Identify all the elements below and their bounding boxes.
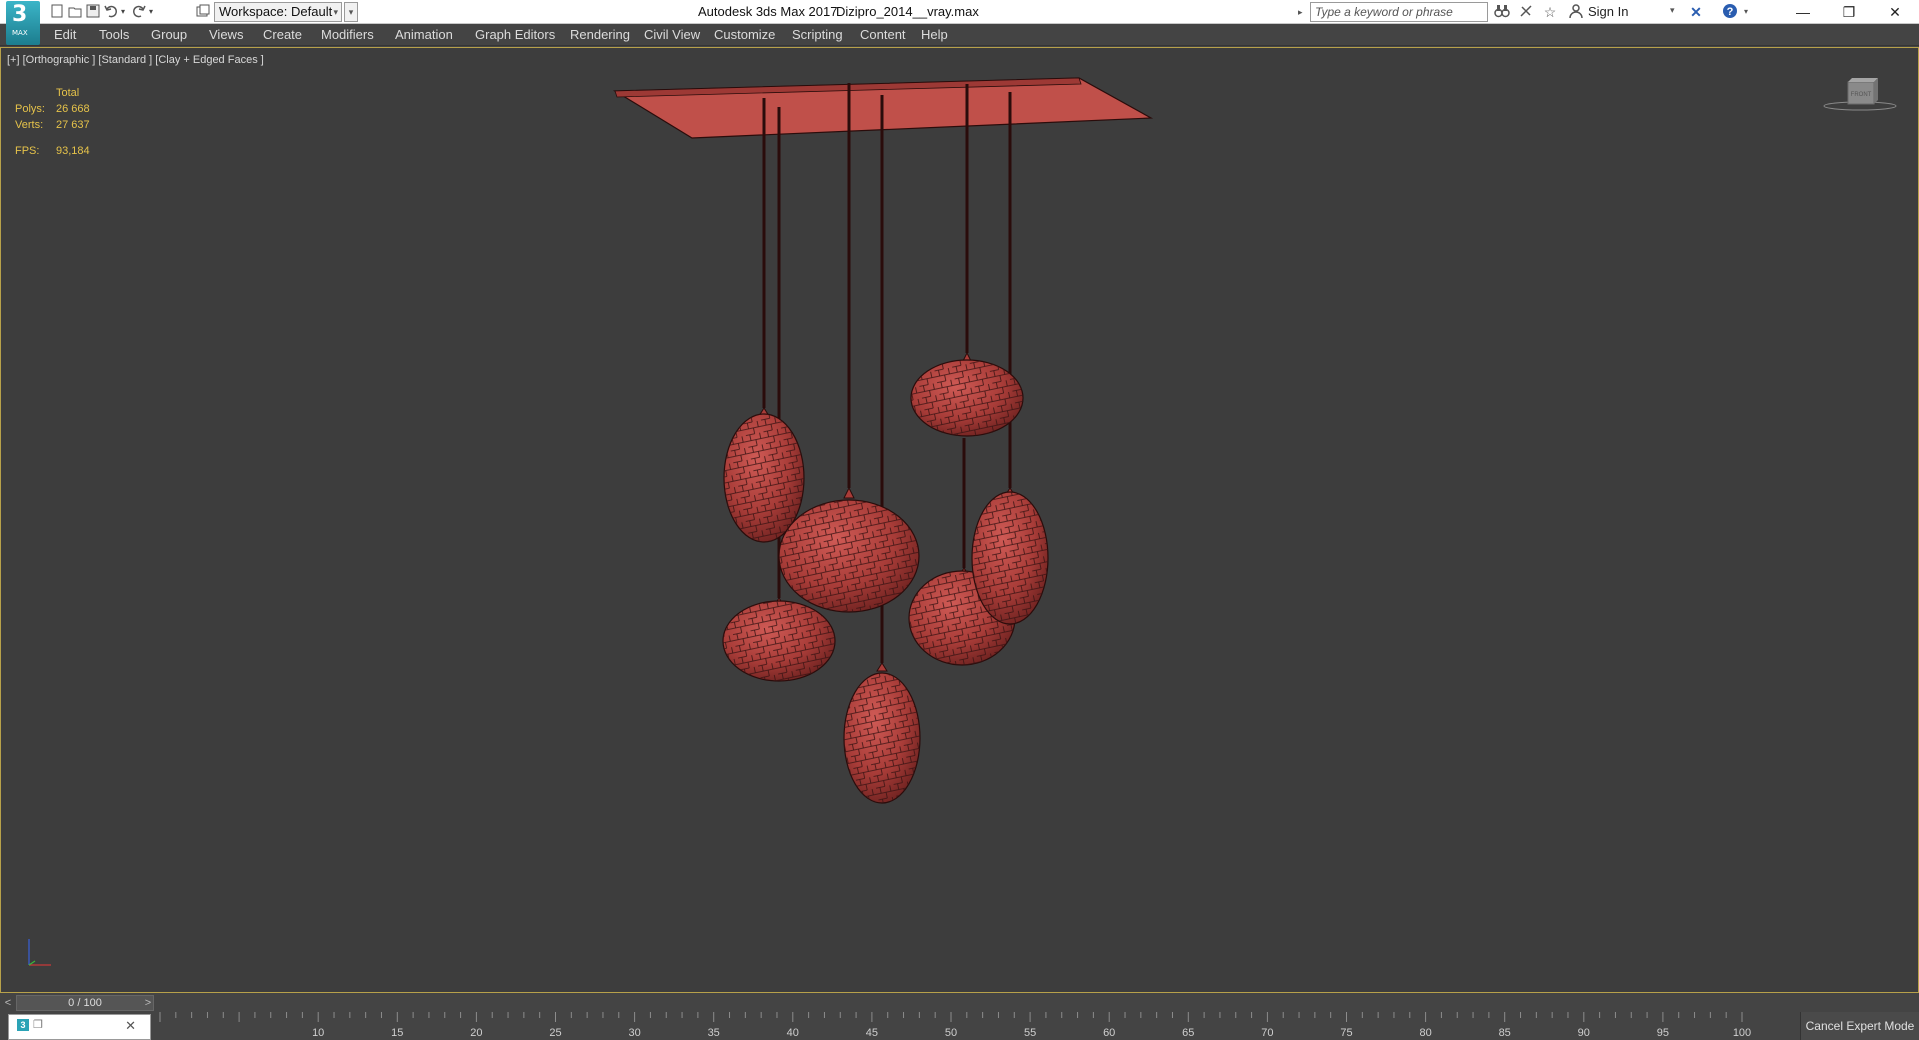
- minimized-app-panel[interactable]: 3 ❐ ✕: [8, 1014, 151, 1040]
- ruler-tick-label: 70: [1261, 1027, 1273, 1039]
- track-bar[interactable]: 3 ❐ ✕ 10 15 20 25 30 35 40 45 50 55 60 65 70 75 80 85 90…: [0, 1012, 1919, 1040]
- user-icon[interactable]: [1566, 3, 1586, 21]
- ruler-tick-label: 35: [708, 1027, 720, 1039]
- menu-edit[interactable]: Edit: [54, 27, 76, 42]
- fps-label: FPS:: [15, 145, 40, 157]
- chandelier-model[interactable]: [1, 48, 1918, 992]
- ruler-tick-label: 20: [470, 1027, 482, 1039]
- svg-text:?: ?: [1727, 6, 1734, 18]
- previous-frame-button[interactable]: <: [2, 996, 14, 1010]
- polys-value: 26 668: [56, 103, 90, 115]
- document-title: Dizipro_2014__vray.max: [836, 4, 979, 19]
- help-dropdown-icon[interactable]: ▾: [1740, 3, 1752, 21]
- undo-dropdown-icon[interactable]: ▾: [118, 3, 128, 21]
- viewcube-face-label: FRONT: [1851, 92, 1872, 98]
- ruler-tick-label: 75: [1340, 1027, 1352, 1039]
- menu-content[interactable]: Content: [860, 27, 906, 42]
- project-folder-icon[interactable]: [194, 3, 212, 21]
- pendant-shade[interactable]: [910, 351, 1024, 437]
- viewcube[interactable]: FRONT: [1820, 76, 1900, 116]
- restore-icon[interactable]: ❐: [1826, 0, 1872, 24]
- ruler-tick-label: 30: [628, 1027, 640, 1039]
- app-logo[interactable]: 3 MAX: [6, 1, 40, 45]
- menu-scripting[interactable]: Scripting: [792, 27, 843, 42]
- app-logo-small-icon: 3: [17, 1019, 29, 1031]
- workspace-label: Workspace: Default: [219, 4, 333, 19]
- sign-in-link[interactable]: Sign In: [1588, 4, 1628, 19]
- new-file-icon[interactable]: [48, 3, 66, 21]
- viewport-label[interactable]: [+] [Orthographic ] [Standard ] [Clay + …: [7, 54, 264, 66]
- menu-rendering[interactable]: Rendering: [570, 27, 630, 42]
- menu-modifiers[interactable]: Modifiers: [321, 27, 374, 42]
- pendant-shade[interactable]: [722, 597, 836, 682]
- axis-tripod: [28, 939, 51, 966]
- menu-tools[interactable]: Tools: [99, 27, 129, 42]
- close-icon[interactable]: ✕: [1872, 0, 1918, 24]
- communication-icon[interactable]: [1516, 3, 1536, 21]
- menu-animation[interactable]: Animation: [395, 27, 453, 42]
- open-file-icon[interactable]: [66, 3, 84, 21]
- menu-bar: Edit Tools Group Views Create Modifiers …: [0, 24, 1919, 46]
- binoculars-icon[interactable]: [1492, 3, 1512, 21]
- ruler-tick-label: 85: [1499, 1027, 1511, 1039]
- ruler-tick-label: 10: [312, 1027, 324, 1039]
- close-icon[interactable]: ✕: [125, 1018, 136, 1034]
- ruler-tick-label: 40: [787, 1027, 799, 1039]
- cancel-expert-mode-button[interactable]: Cancel Expert Mode: [1800, 1012, 1919, 1040]
- pendant-shade[interactable]: [723, 407, 805, 543]
- orthographic-viewport[interactable]: [+] [Orthographic ] [Standard ] [Clay + …: [0, 47, 1919, 993]
- ruler-tick-label: 55: [1024, 1027, 1036, 1039]
- viewport-statistics: Total Polys: 26 668 Verts: 27 637 FPS: 93,1…: [15, 85, 116, 159]
- menu-graph-editors[interactable]: Graph Editors: [475, 27, 555, 42]
- verts-value: 27 637: [56, 119, 90, 131]
- save-icon[interactable]: [84, 3, 102, 21]
- app-title: Autodesk 3ds Max 2017: [698, 4, 838, 19]
- redo-dropdown-icon[interactable]: ▾: [146, 3, 156, 21]
- ruler-tick-label: 50: [945, 1027, 957, 1039]
- ruler-tick-label: 90: [1578, 1027, 1590, 1039]
- chevron-down-icon[interactable]: ▾: [1670, 5, 1675, 16]
- ruler-tick-label: 15: [391, 1027, 403, 1039]
- menu-civil-view[interactable]: Civil View: [644, 27, 700, 42]
- ruler-tick-label: 25: [549, 1027, 561, 1039]
- time-slider-thumb[interactable]: 0 / 100: [16, 995, 154, 1011]
- logo-subtext: MAX: [12, 29, 28, 37]
- logo-text: 3: [12, 2, 28, 27]
- ruler-tick-label: 80: [1419, 1027, 1431, 1039]
- menu-help[interactable]: Help: [921, 27, 948, 42]
- workspace-extra-dropdown[interactable]: ▾: [344, 2, 358, 22]
- polys-label: Polys:: [15, 103, 45, 115]
- pendant-shade[interactable]: [843, 662, 921, 804]
- ruler-tick-label: 65: [1182, 1027, 1194, 1039]
- menu-views[interactable]: Views: [209, 27, 243, 42]
- chevron-down-icon: ▾: [333, 7, 338, 17]
- ruler-tick-label: 60: [1103, 1027, 1115, 1039]
- pendant-shade[interactable]: [971, 487, 1049, 625]
- timeline-ruler[interactable]: 10 15 20 25 30 35 40 45 50 55 60 65 70 75 80 85 90 95 100: [152, 1012, 1752, 1040]
- time-slider[interactable]: < 0 / 100 >: [0, 994, 1919, 1012]
- minimize-icon[interactable]: —: [1780, 0, 1826, 24]
- help-icon[interactable]: ?: [1720, 3, 1740, 21]
- verts-label: Verts:: [15, 119, 44, 131]
- stats-header: Total: [56, 87, 80, 99]
- copy-window-icon[interactable]: ❐: [33, 1018, 43, 1031]
- fps-value: 93,184: [56, 145, 90, 157]
- favorites-star-icon[interactable]: ☆: [1540, 3, 1560, 21]
- workspace-dropdown[interactable]: Workspace: Default ▾: [214, 2, 342, 22]
- ruler-tick-label: 95: [1657, 1027, 1669, 1039]
- search-input[interactable]: Type a keyword or phrase: [1310, 2, 1488, 22]
- next-frame-button[interactable]: >: [142, 996, 154, 1010]
- ruler-tick-label: 100: [1733, 1027, 1751, 1039]
- menu-group[interactable]: Group: [151, 27, 187, 42]
- ruler-tick-label: 45: [866, 1027, 878, 1039]
- menu-customize[interactable]: Customize: [714, 27, 775, 42]
- app-window: 3 MAX ▾ ▾ Workspace: Default ▾ ▾ Autodesk…: [0, 0, 1919, 1040]
- search-expand-icon[interactable]: ▸: [1298, 3, 1308, 21]
- menu-create[interactable]: Create: [263, 27, 302, 42]
- title-bar: 3 MAX ▾ ▾ Workspace: Default ▾ ▾ Autodesk…: [0, 0, 1919, 45]
- exchange-x-icon[interactable]: ✕: [1686, 3, 1706, 21]
